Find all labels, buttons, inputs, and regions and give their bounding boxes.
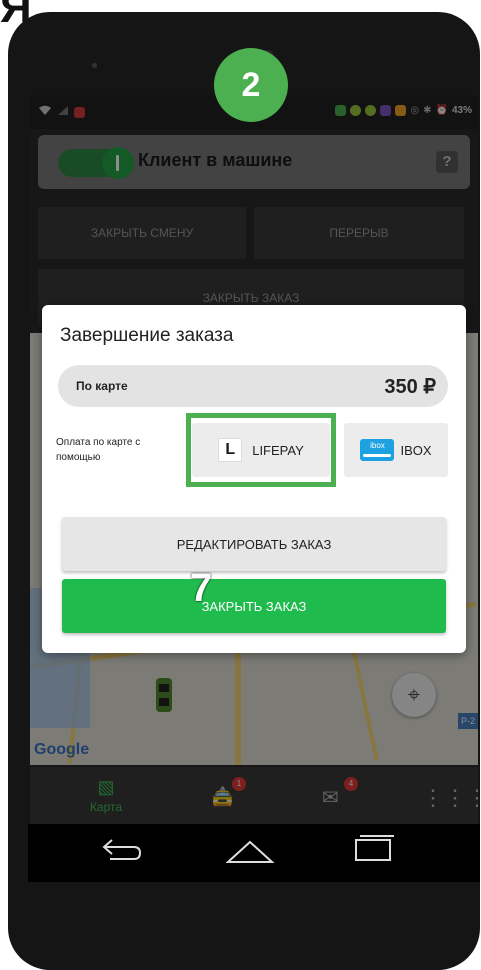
finish-order-dialog: Завершение заказа По карте 350 ₽ Оплата … [42,305,466,653]
lifepay-highlight [186,413,336,487]
back-icon[interactable] [100,834,144,869]
dialog-title: Завершение заказа [60,325,234,346]
ibox-logo-icon: ibox [360,439,395,461]
step-7-marker: 7 [190,566,213,610]
edit-order-button[interactable]: РЕДАКТИРОВАТЬ ЗАКАЗ [62,517,446,571]
phone-frame: ◎ ✱ ⏰ 43% Клиент в машине ? ЗАКРЫТЬ СМЕН… [8,12,480,970]
ibox-label: IBOX [400,442,432,458]
payment-row: По карте 350 ₽ [58,365,448,407]
payment-type-label: По карте [76,379,128,393]
android-navigation-bar [28,824,480,882]
home-icon[interactable] [224,836,276,869]
payment-method-hint: Оплата по карте с помощью [56,437,141,463]
close-order-button[interactable]: ЗАКРЫТЬ ЗАКАЗ [62,579,446,633]
payment-amount: 350 ₽ [384,376,436,398]
recents-icon[interactable] [352,834,396,869]
ibox-button[interactable]: ibox IBOX [344,423,448,477]
app-screen: ◎ ✱ ⏰ 43% Клиент в машине ? ЗАКРЫТЬ СМЕН… [30,95,478,837]
step-2-badge: 2 [214,48,288,122]
phone-sensor [92,63,97,68]
